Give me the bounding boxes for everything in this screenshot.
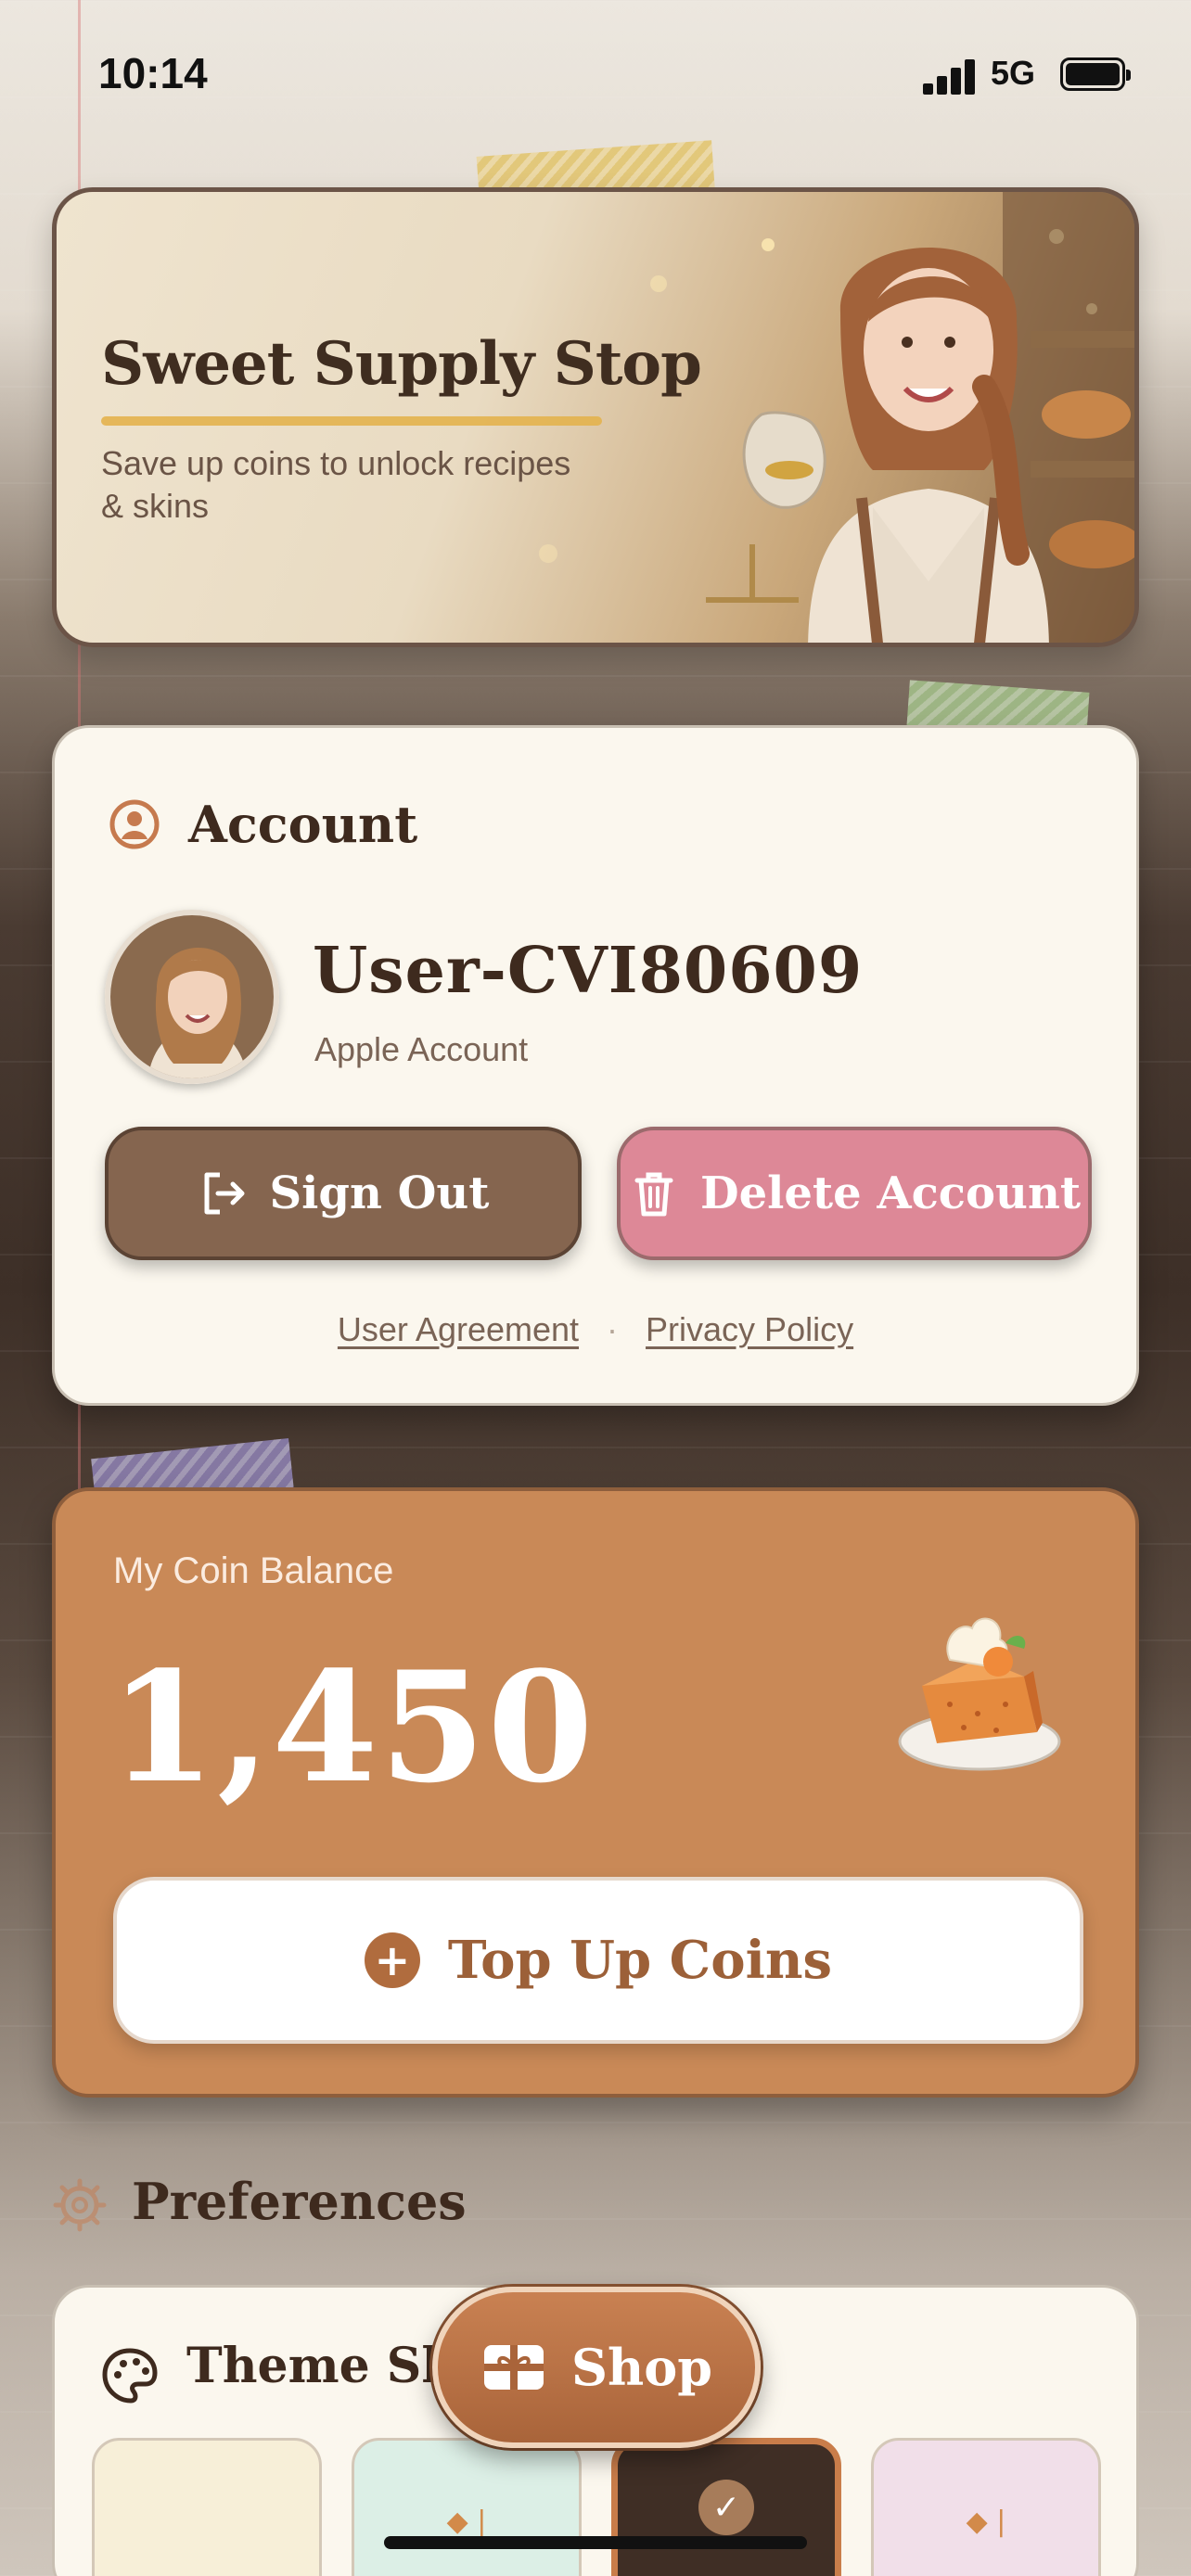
- shop-label: Shop: [570, 2338, 713, 2397]
- theme-swatch-cream[interactable]: [92, 2438, 322, 2576]
- user-circle-icon: [109, 799, 160, 849]
- hero-banner: Sweet Supply Stop Save up coins to unloc…: [52, 187, 1139, 647]
- account-card: Account User-CVI80609 Apple Account Sign…: [52, 725, 1139, 1406]
- hero-title-underline: [101, 416, 602, 426]
- legal-links: User Agreement · Privacy Policy: [55, 1310, 1136, 1349]
- signal-icon: [923, 57, 977, 95]
- baker-illustration: [706, 192, 1134, 643]
- palette-icon: [102, 2348, 158, 2404]
- battery-icon: [1060, 57, 1131, 91]
- shop-button[interactable]: Shop: [432, 2287, 761, 2448]
- username: User-CVI80609: [313, 934, 864, 1008]
- cake-icon: [898, 1617, 1061, 1771]
- home-indicator: [384, 2536, 807, 2549]
- gear-icon: [53, 2178, 107, 2232]
- hero-title: Sweet Supply Stop: [101, 329, 702, 399]
- sign-out-icon: [204, 1172, 245, 1215]
- account-title: Account: [188, 795, 418, 854]
- user-agreement-link[interactable]: User Agreement: [338, 1310, 579, 1349]
- delete-account-label: Delete Account: [699, 1167, 1082, 1219]
- trash-icon: [634, 1172, 673, 1217]
- link-separator: ·: [607, 1310, 619, 1348]
- theme-swatch-rose[interactable]: ◆ |: [871, 2438, 1101, 2576]
- theme-swatch-mint[interactable]: ◆ |: [352, 2438, 582, 2576]
- gift-icon: [483, 2345, 544, 2390]
- preferences-title: Preferences: [132, 2172, 467, 2231]
- plus-icon: +: [364, 1932, 420, 1988]
- network-type: 5G: [991, 54, 1036, 92]
- status-bar: 10:14 5G: [0, 0, 1191, 148]
- check-icon: ✓: [698, 2480, 754, 2535]
- sign-out-label: Sign Out: [269, 1167, 490, 1219]
- sign-out-button[interactable]: Sign Out: [105, 1127, 582, 1260]
- avatar: [105, 910, 279, 1084]
- delete-account-button[interactable]: Delete Account: [617, 1127, 1092, 1260]
- top-up-label: Top Up Coins: [447, 1930, 833, 1991]
- coin-balance-card: My Coin Balance 1,450 + Top Up Coins: [52, 1487, 1139, 2098]
- privacy-policy-link[interactable]: Privacy Policy: [646, 1310, 853, 1349]
- account-provider: Apple Account: [314, 1030, 529, 1068]
- theme-swatch-cocoa[interactable]: ✓: [611, 2438, 841, 2576]
- cake-mini-icon: ◆ |: [966, 2505, 1006, 2538]
- top-up-coins-button[interactable]: + Top Up Coins: [113, 1877, 1083, 2044]
- status-time: 10:14: [98, 49, 208, 97]
- cake-mini-icon: ◆ |: [446, 2505, 487, 2538]
- coin-balance-value: 1,450: [109, 1638, 596, 1817]
- hero-subtitle: Save up coins to unlock recipes & skins: [101, 444, 571, 525]
- coin-balance-label: My Coin Balance: [113, 1550, 394, 1591]
